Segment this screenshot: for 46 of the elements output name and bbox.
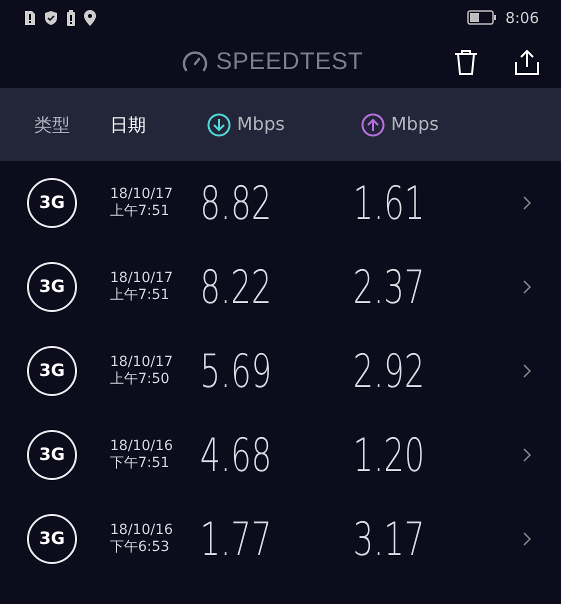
column-header[interactable]: Mbps — [361, 112, 439, 136]
network-type: 3G — [27, 178, 77, 228]
download-speed: 8.82 — [200, 176, 273, 230]
download-speed: 8.22 — [200, 260, 273, 314]
column-header[interactable]: 类型 — [34, 112, 70, 136]
gauge-icon — [182, 50, 208, 72]
network-type: 3G — [27, 346, 77, 396]
chevron-right-icon — [523, 532, 531, 546]
chevron-right-icon — [523, 196, 531, 210]
download-icon — [207, 112, 231, 136]
column-header[interactable]: Mbps — [207, 112, 285, 136]
test-time: 下午7:51 — [110, 455, 170, 472]
battery-icon — [467, 10, 498, 25]
column-header[interactable]: 日期 — [110, 112, 146, 136]
chevron-right-icon — [523, 364, 531, 378]
chevron-right-icon — [523, 280, 531, 294]
shield-icon — [44, 10, 58, 26]
test-time: 上午7:51 — [110, 203, 170, 220]
chevron-right-icon — [523, 448, 531, 462]
battery-alert-icon — [66, 10, 76, 26]
download-speed: 4.68 — [200, 428, 273, 482]
test-time: 上午7:51 — [110, 287, 170, 304]
test-date: 18/10/17 — [110, 354, 174, 371]
upload-speed: 1.20 — [353, 428, 426, 482]
location-pin-icon — [84, 10, 96, 26]
upload-speed: 2.92 — [353, 344, 426, 398]
test-time: 上午7:50 — [110, 371, 170, 388]
test-date: 18/10/17 — [110, 186, 174, 203]
app-title: SPEEDTEST — [216, 48, 364, 76]
upload-speed: 3.17 — [353, 512, 426, 566]
download-speed: 1.77 — [200, 512, 273, 566]
network-type: 3G — [27, 262, 77, 312]
network-type: 3G — [27, 514, 77, 564]
test-date: 18/10/16 — [110, 438, 174, 455]
upload-speed: 2.37 — [353, 260, 426, 314]
test-time: 下午6:53 — [110, 539, 170, 556]
network-type: 3G — [27, 430, 77, 480]
delete-icon[interactable] — [453, 48, 479, 76]
upload-speed: 1.61 — [353, 176, 426, 230]
clock-time: 8:06 — [505, 8, 539, 26]
upload-icon — [361, 112, 385, 136]
share-icon[interactable] — [513, 48, 541, 76]
sim-alert-icon — [24, 10, 36, 26]
test-date: 18/10/17 — [110, 270, 174, 287]
download-speed: 5.69 — [200, 344, 273, 398]
test-date: 18/10/16 — [110, 522, 174, 539]
